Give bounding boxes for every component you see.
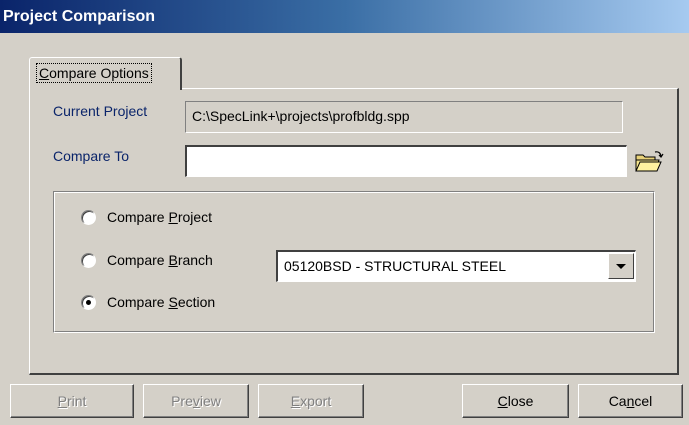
- tab-compare-options[interactable]: Compare Options: [29, 57, 182, 90]
- window-titlebar[interactable]: Project Comparison: [0, 0, 689, 33]
- chevron-down-icon[interactable]: [608, 253, 634, 279]
- radio-button-checked[interactable]: [81, 294, 96, 310]
- compare-to-label: Compare To: [53, 148, 130, 164]
- radio-compare-project[interactable]: Compare Project: [81, 207, 212, 227]
- radio-label: Compare Section: [107, 294, 216, 310]
- window-title: Project Comparison: [3, 8, 156, 25]
- tab-label: Compare Options: [36, 63, 152, 83]
- preview-button[interactable]: Pre v iew: [143, 384, 249, 418]
- branch-select[interactable]: 05120BSD - STRUCTURAL STEEL: [276, 250, 636, 282]
- current-project-field: C:\SpecLink+\projects\profbldg.spp: [185, 101, 623, 133]
- folder-open-icon: [635, 151, 664, 172]
- radio-button[interactable]: [81, 252, 96, 268]
- compare-to-input[interactable]: [185, 145, 627, 177]
- radio-compare-section[interactable]: Compare Section: [81, 292, 215, 312]
- browse-folder-button[interactable]: [633, 149, 665, 175]
- close-button[interactable]: Close: [462, 384, 569, 418]
- export-button[interactable]: Export: [258, 384, 364, 418]
- cancel-button[interactable]: Ca n cel: [578, 384, 683, 418]
- radio-label: Compare Branch: [107, 252, 213, 268]
- radio-button[interactable]: [81, 209, 96, 225]
- current-project-label: Current Project: [53, 103, 148, 119]
- print-button[interactable]: Print: [10, 384, 134, 418]
- radio-compare-branch[interactable]: Compare Branch: [81, 250, 213, 270]
- branch-select-value: 05120BSD - STRUCTURAL STEEL: [284, 258, 506, 274]
- radio-label: Compare Project: [107, 209, 213, 225]
